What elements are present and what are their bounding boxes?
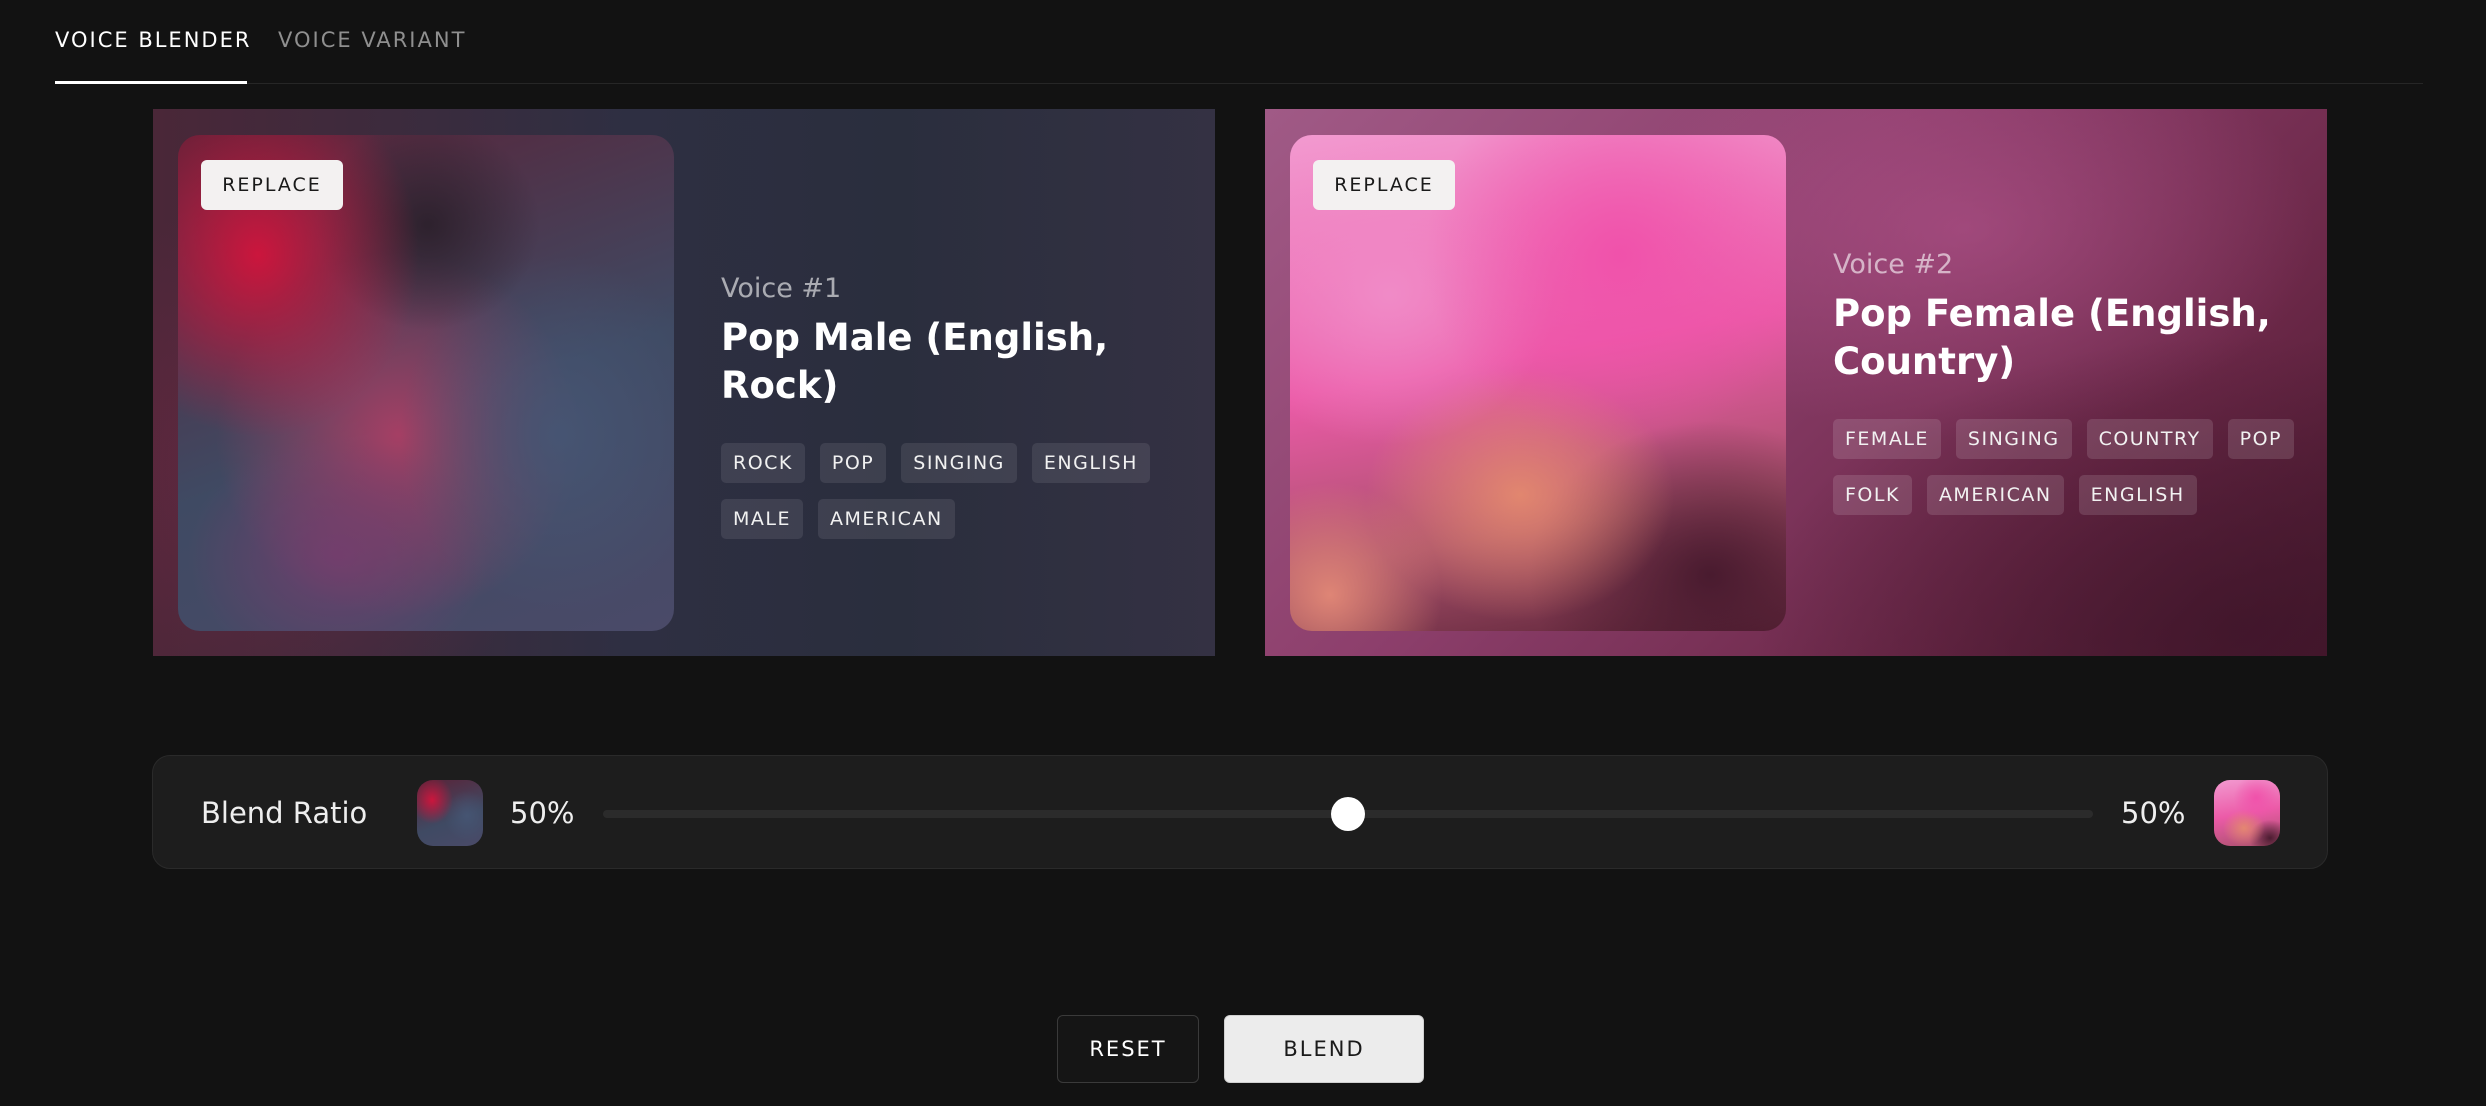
tag: ENGLISH: [1031, 443, 1150, 483]
voice-1-name: Pop Male (English, Rock): [721, 316, 1109, 407]
tag: ENGLISH: [2078, 475, 2197, 515]
voice-2-info: Voice #2 Pop Female (English, Country) F…: [1833, 249, 2303, 515]
slider-handle[interactable]: [1331, 797, 1365, 831]
tag: AMERICAN: [817, 499, 955, 539]
active-tab-indicator: [55, 81, 247, 84]
tab-voice-variant[interactable]: VOICE VARIANT: [278, 28, 466, 52]
voice-card-2: REPLACE Voice #2 Pop Female (English, Co…: [1265, 109, 2327, 656]
blend-ratio-label: Blend Ratio: [201, 796, 368, 830]
voice-1-info: Voice #1 Pop Male (English, Rock) ROCK P…: [721, 273, 1191, 539]
voice-1-thumbnail: [417, 780, 483, 846]
blend-ratio-panel: Blend Ratio 50% 50%: [152, 755, 2328, 869]
replace-voice-2-button[interactable]: REPLACE: [1313, 160, 1455, 210]
voice-2-name: Pop Female (English, Country): [1833, 292, 2271, 383]
voice-2-thumbnail: [2214, 780, 2280, 846]
voice-1-artwork: REPLACE: [178, 135, 674, 631]
tab-voice-blender[interactable]: VOICE BLENDER: [55, 28, 251, 52]
voice-1-percent: 50%: [510, 796, 575, 830]
tag: AMERICAN: [1926, 475, 2064, 515]
voice-1-number: Voice #1: [721, 273, 842, 304]
voice-1-tags: ROCK POP SINGING ENGLISH MALE AMERICAN: [721, 443, 1191, 539]
blend-button[interactable]: BLEND: [1224, 1015, 1424, 1083]
reset-button[interactable]: RESET: [1057, 1015, 1199, 1083]
voice-card-1: REPLACE Voice #1 Pop Male (English, Rock…: [153, 109, 1215, 656]
tag: FOLK: [1833, 475, 1912, 515]
voice-2-artwork: REPLACE: [1290, 135, 1786, 631]
blend-ratio-slider[interactable]: [603, 797, 2093, 831]
replace-voice-1-button[interactable]: REPLACE: [201, 160, 343, 210]
tab-bar: VOICE BLENDER VOICE VARIANT: [55, 0, 2423, 84]
tag: FEMALE: [1833, 419, 1941, 459]
tag: SINGING: [1955, 419, 2072, 459]
voice-2-percent: 50%: [2121, 796, 2186, 830]
voice-2-number: Voice #2: [1833, 249, 1954, 280]
tag: POP: [2227, 419, 2294, 459]
tag: ROCK: [721, 443, 805, 483]
tag: COUNTRY: [2086, 419, 2213, 459]
voice-2-tags: FEMALE SINGING COUNTRY POP FOLK AMERICAN…: [1833, 419, 2303, 515]
tag: MALE: [721, 499, 803, 539]
tag: SINGING: [901, 443, 1017, 483]
tag: POP: [819, 443, 887, 483]
